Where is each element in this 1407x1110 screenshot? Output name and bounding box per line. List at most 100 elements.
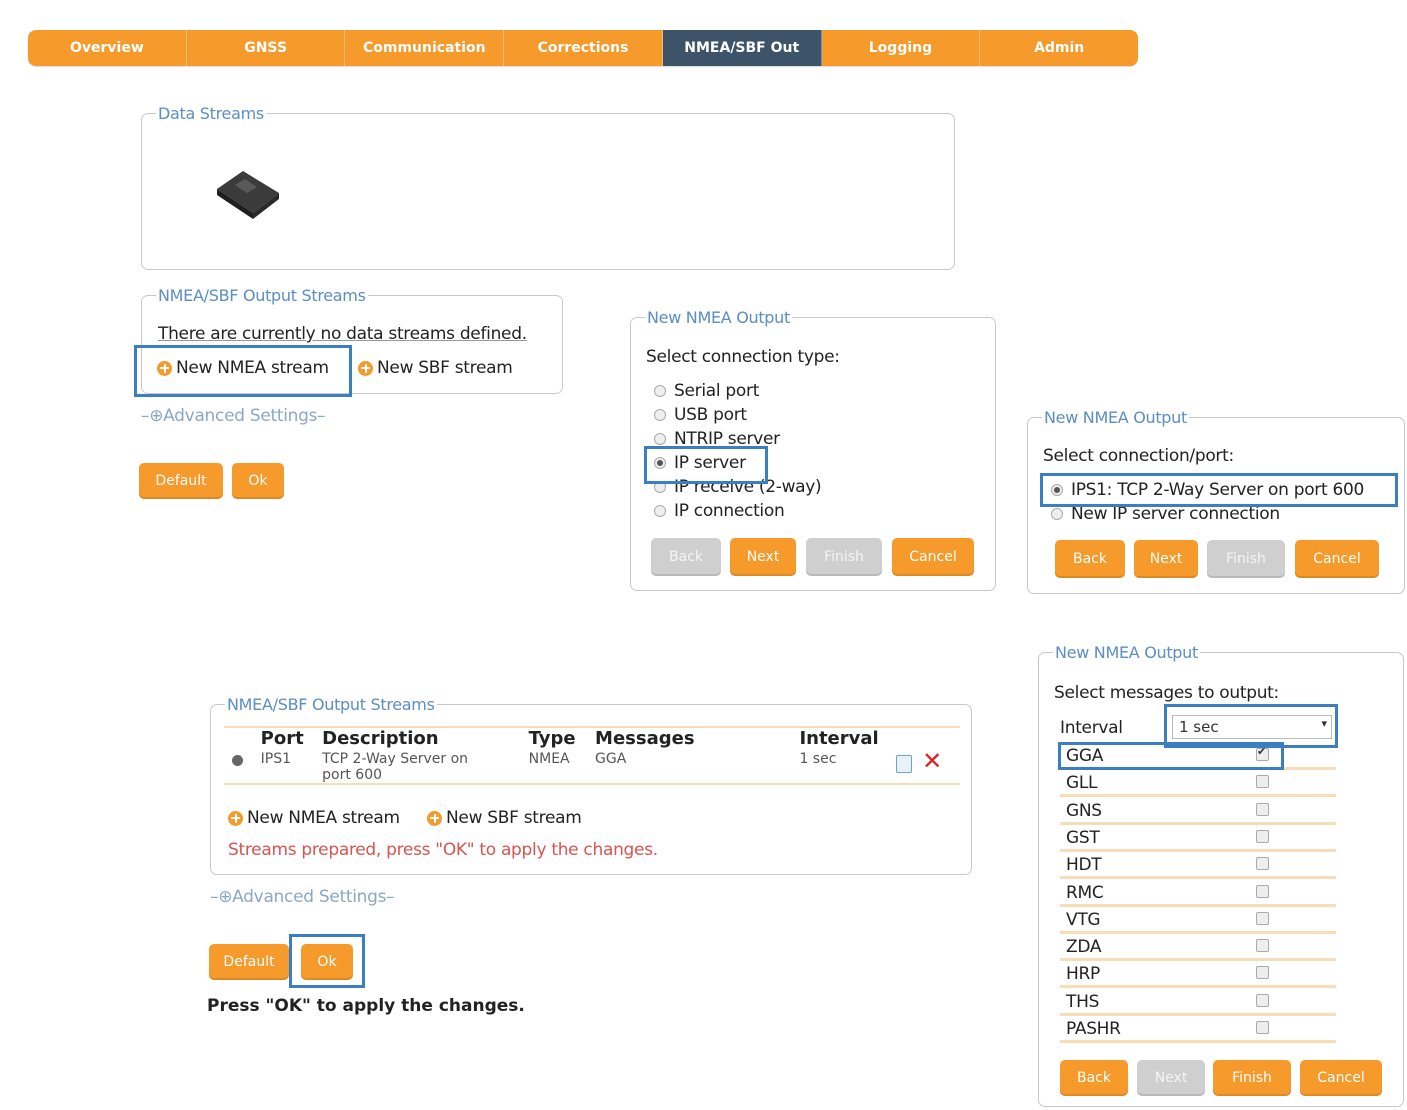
cell-port: IPS1 (260, 751, 292, 767)
message-row-gst[interactable]: GST (1060, 826, 1336, 852)
option-ip-server[interactable]: IP server (654, 451, 821, 475)
next-button[interactable]: Next (1137, 1060, 1205, 1096)
message-row-gll[interactable]: GLL (1060, 771, 1336, 798)
message-checkbox[interactable] (1256, 829, 1269, 843)
message-row-gga[interactable]: GGA (1060, 744, 1336, 770)
message-checkbox[interactable] (1256, 745, 1269, 761)
new-nmea-stream-label: New NMEA stream (176, 358, 329, 378)
row-bullet-icon (232, 755, 243, 766)
message-label: HDT (1066, 855, 1102, 876)
option-new-ip-server[interactable]: New IP server connection (1051, 502, 1364, 526)
cell-interval: 1 sec (799, 751, 837, 767)
default-button[interactable]: Default (209, 944, 289, 980)
message-label: GGA (1066, 746, 1104, 766)
streams-table-wrap: Port Description Type Messages Interval … (224, 726, 960, 785)
finish-button[interactable]: Finish (806, 538, 882, 576)
finish-button[interactable]: Finish (1207, 540, 1285, 578)
output-streams-legend: NMEA/SBF Output Streams (158, 286, 366, 305)
message-checkbox[interactable] (1256, 884, 1269, 898)
message-label: THS (1066, 991, 1100, 1012)
expand-icon: ⊕ (218, 887, 233, 907)
dropdown-arrow-icon: ▾ (1321, 717, 1327, 730)
new-nmea-stream-link[interactable]: New NMEA stream (228, 808, 400, 828)
message-row-gns[interactable]: GNS (1060, 799, 1336, 825)
add-icon (427, 810, 442, 826)
message-checkbox[interactable] (1256, 775, 1269, 789)
advanced-settings-toggle[interactable]: –⊕Advanced Settings– (210, 887, 395, 907)
interval-label: Interval (1060, 718, 1123, 738)
data-streams-legend: Data Streams (158, 104, 264, 123)
option-ntrip-server[interactable]: NTRIP server (654, 427, 821, 451)
message-label: PASHR (1066, 1019, 1121, 1039)
cancel-button[interactable]: Cancel (1300, 1060, 1382, 1096)
option-serial-port[interactable]: Serial port (654, 379, 821, 403)
ok-button[interactable]: Ok (301, 944, 353, 980)
column-header-port: Port (260, 728, 304, 749)
tab-communication[interactable]: Communication (345, 30, 505, 66)
message-row-vtg[interactable]: VTG (1060, 908, 1336, 934)
message-label: ZDA (1066, 937, 1102, 958)
tab-logging[interactable]: Logging (822, 30, 981, 66)
cell-messages: GGA (595, 751, 627, 767)
connection-type-options: Serial port USB port NTRIP server IP ser… (654, 379, 822, 523)
column-header-messages: Messages (595, 728, 695, 749)
delete-icon[interactable]: ✕ (922, 747, 942, 775)
tab-admin[interactable]: Admin (980, 30, 1138, 66)
back-button[interactable]: Back (651, 538, 721, 576)
column-header-type: Type (528, 728, 576, 749)
wizard-legend: New NMEA Output (1044, 408, 1187, 427)
cancel-button[interactable]: Cancel (892, 538, 974, 576)
option-ips1[interactable]: IPS1: TCP 2-Way Server on port 600 (1051, 478, 1364, 502)
table-row[interactable]: IPS1 TCP 2-Way Server on port 600 NMEA GG… (224, 749, 960, 784)
column-header-interval: Interval (799, 728, 879, 749)
back-button[interactable]: Back (1060, 1060, 1128, 1096)
message-checkbox[interactable] (1256, 911, 1269, 925)
tab-nmea-sbf-out[interactable]: NMEA/SBF Out (662, 30, 822, 66)
message-row-hrp[interactable]: HRP (1060, 962, 1336, 989)
option-ip-connection[interactable]: IP connection (654, 499, 821, 523)
edit-icon[interactable] (896, 755, 913, 773)
advanced-settings-label: Advanced Settings (232, 887, 387, 907)
tab-overview[interactable]: Overview (28, 30, 187, 66)
back-button[interactable]: Back (1055, 540, 1125, 578)
messages-prompt: Select messages to output: (1054, 683, 1279, 703)
next-button[interactable]: Next (730, 538, 796, 576)
message-checkbox[interactable] (1256, 966, 1269, 980)
message-checkbox[interactable] (1256, 993, 1269, 1007)
advanced-settings-label: Advanced Settings (163, 406, 318, 426)
new-sbf-stream-label: New SBF stream (377, 358, 513, 378)
tab-gnss[interactable]: GNSS (187, 30, 346, 66)
receiver-device-icon (217, 171, 279, 219)
message-row-zda[interactable]: ZDA (1060, 935, 1336, 962)
message-checkbox[interactable] (1256, 857, 1269, 871)
column-header-description: Description (322, 728, 439, 749)
message-row-rmc[interactable]: RMC (1060, 881, 1336, 907)
interval-value: 1 sec (1179, 718, 1219, 736)
message-checkbox[interactable] (1256, 1021, 1269, 1034)
interval-select[interactable]: 1 sec ▾ (1172, 715, 1332, 739)
new-nmea-stream-link[interactable]: New NMEA stream (157, 358, 329, 378)
connection-type-prompt: Select connection type: (646, 347, 840, 367)
wizard-legend: New NMEA Output (647, 308, 790, 327)
option-usb-port[interactable]: USB port (654, 403, 821, 427)
finish-button[interactable]: Finish (1213, 1060, 1291, 1096)
message-checkbox[interactable] (1256, 802, 1269, 816)
option-ip-receive[interactable]: IP receive (2-way) (654, 475, 822, 499)
ok-button[interactable]: Ok (232, 463, 284, 499)
cancel-button[interactable]: Cancel (1295, 540, 1379, 578)
message-checkbox[interactable] (1256, 939, 1269, 953)
message-row-hdt[interactable]: HDT (1060, 853, 1336, 880)
tab-corrections[interactable]: Corrections (504, 30, 663, 66)
default-button[interactable]: Default (139, 463, 223, 499)
next-button[interactable]: Next (1134, 540, 1198, 578)
message-row-pashr[interactable]: PASHR (1060, 1017, 1336, 1043)
advanced-settings-toggle[interactable]: –⊕Advanced Settings– (141, 406, 326, 426)
status-message: Streams prepared, press "OK" to apply th… (228, 840, 658, 860)
wizard-legend: New NMEA Output (1055, 643, 1198, 662)
new-sbf-stream-link[interactable]: New SBF stream (427, 808, 582, 828)
new-sbf-stream-link[interactable]: New SBF stream (358, 358, 513, 378)
add-icon (228, 810, 243, 826)
message-row-ths[interactable]: THS (1060, 990, 1336, 1016)
message-label: GST (1066, 827, 1100, 848)
message-label: VTG (1066, 909, 1101, 930)
